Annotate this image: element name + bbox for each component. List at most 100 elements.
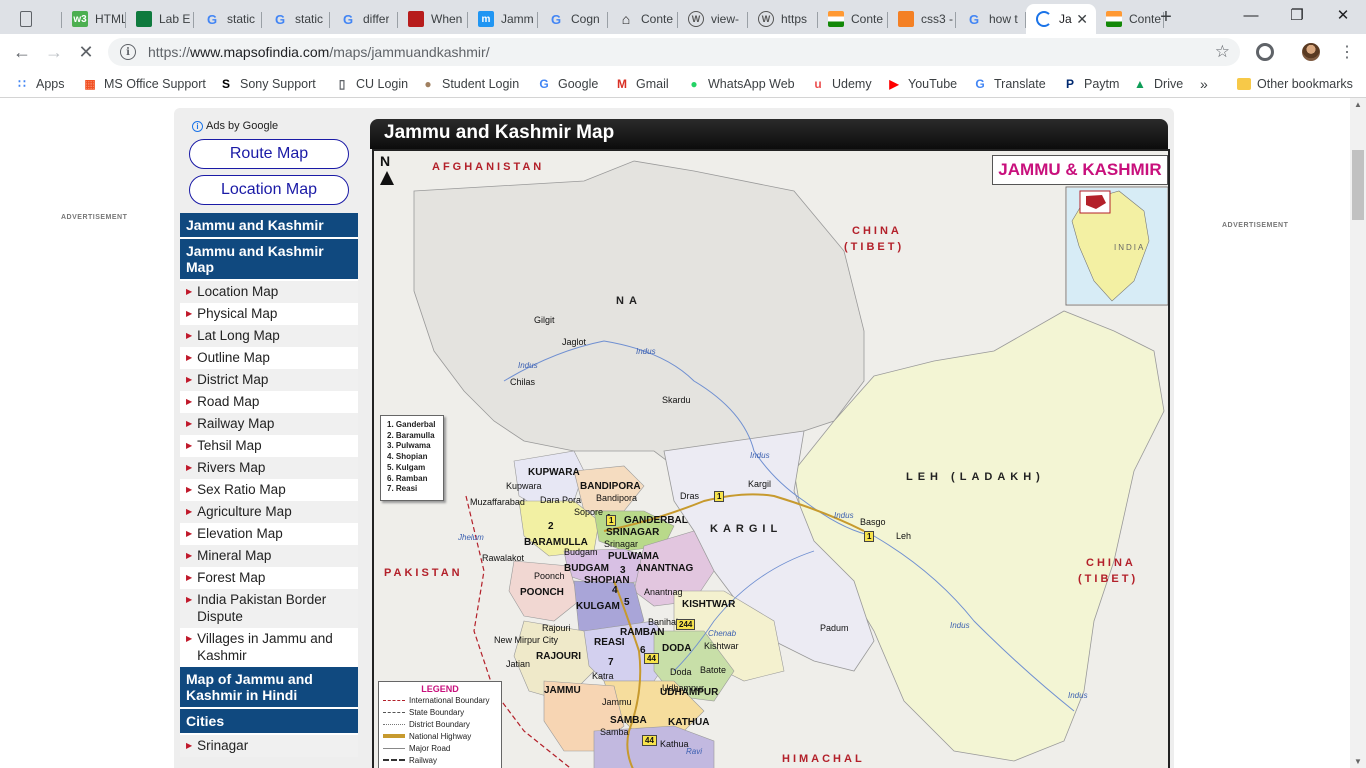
sidebar-section-title[interactable]: Jammu and Kashmir Map — [180, 239, 358, 281]
site-info-icon[interactable]: i — [120, 44, 136, 60]
browser-toolbar: ← → ✕ i https://www.mapsofindia.com/maps… — [0, 34, 1366, 70]
tab-close-icon[interactable]: ✕ — [1076, 11, 1088, 28]
route-map-ad-button[interactable]: Route Map — [189, 139, 349, 169]
google-icon: G — [550, 11, 562, 27]
sidebar-link[interactable]: ▶ Tehsil Map — [180, 435, 358, 457]
bookmark-student-login[interactable]: ● Student Login — [420, 75, 519, 93]
scroll-thumb[interactable] — [1352, 150, 1364, 220]
tab-8[interactable]: G Cogn — [538, 4, 608, 34]
bookmark-gmail[interactable]: M Gmail — [614, 75, 669, 93]
stop-loading-button[interactable]: ✕ — [73, 39, 99, 65]
tab-15[interactable]: Ja ✕ — [1026, 4, 1096, 34]
sidebar-link[interactable]: ▶ Physical Map — [180, 303, 358, 325]
town-label: Srinagar — [604, 539, 639, 549]
arrow-right-icon: ▶ — [186, 551, 193, 560]
tab-7[interactable]: m Jamm — [468, 4, 538, 34]
menu-icon[interactable]: ⋮ — [1334, 39, 1360, 65]
sidebar-section-title[interactable]: Jammu and Kashmir — [180, 213, 358, 239]
tab-14[interactable]: Ghow t — [956, 4, 1026, 34]
river-label: Indus — [950, 621, 970, 630]
sidebar-link[interactable]: ▶ Outline Map — [180, 347, 358, 369]
paytm-icon: P — [1065, 77, 1074, 91]
sidebar-section-title[interactable]: Cities — [180, 709, 358, 735]
extension-icon[interactable] — [1256, 43, 1274, 61]
town-label: Rajouri — [542, 623, 571, 633]
district-label: BANDIPORA — [580, 481, 641, 492]
minimize-button[interactable]: — — [1228, 0, 1274, 30]
arrow-right-icon: ▶ — [186, 397, 193, 406]
tab-11[interactable]: Whttps — [748, 4, 818, 34]
district-key-item: 7. Reasi — [387, 484, 418, 494]
sidebar-link[interactable]: ▶ Rivers Map — [180, 457, 358, 479]
other-bookmarks[interactable]: Other bookmarks — [1237, 75, 1353, 93]
sidebar-link[interactable]: ▶ Villages in Jammu and Kashmir — [180, 628, 358, 667]
bookmark-paytm[interactable]: P Paytm — [1062, 75, 1119, 93]
bookmark-udemy[interactable]: u Udemy — [810, 75, 871, 93]
sidebar-link[interactable]: ▶ Lat Long Map — [180, 325, 358, 347]
bookmark-whatsapp-web[interactable]: ● WhatsApp Web — [686, 75, 794, 93]
tab-4[interactable]: Gstatic — [262, 4, 330, 34]
arrow-right-icon: ▶ — [186, 419, 193, 428]
close-window-button[interactable]: ✕ — [1320, 0, 1366, 30]
tab-title: static — [227, 12, 256, 26]
legend-item: International Boundary — [383, 694, 497, 706]
bookmark-translate[interactable]: G Translate — [972, 75, 1045, 93]
tab-2[interactable]: Lab E — [126, 4, 194, 34]
page-scrollbar[interactable]: ▲ ▼ — [1350, 98, 1366, 768]
profile-avatar[interactable] — [1302, 43, 1320, 61]
sidebar-link[interactable]: ▶ Location Map — [180, 281, 358, 303]
tab-6[interactable]: When — [398, 4, 468, 34]
sidebar-city-link[interactable]: ▶ Srinagar — [180, 735, 358, 757]
jk-map[interactable]: JAMMU & KASHMIR INDIA N AFGHANISTAN CHINA… — [372, 149, 1170, 768]
scroll-up-icon[interactable]: ▲ — [1354, 100, 1362, 109]
bookmark-sony-support[interactable]: S Sony Support — [218, 75, 316, 93]
tab-3[interactable]: Gstatic — [194, 4, 262, 34]
town-label: Jatian — [506, 659, 531, 669]
sidebar-link-label: Forest Map — [197, 570, 266, 585]
new-tab-button[interactable]: + — [1154, 5, 1178, 29]
sidebar-link-label: Physical Map — [197, 306, 278, 321]
north-arrow-icon — [380, 171, 394, 185]
address-bar[interactable]: i https://www.mapsofindia.com/maps/jammu… — [108, 38, 1240, 66]
sidebar-link[interactable]: ▶ Sex Ratio Map — [180, 479, 358, 501]
bookmark-ms-office-support[interactable]: ▦ MS Office Support — [82, 75, 206, 93]
sidebar-link[interactable]: ▶ Mineral Map — [180, 545, 358, 567]
restore-button[interactable]: ❐ — [1274, 0, 1320, 30]
forward-button[interactable]: → — [41, 39, 67, 65]
town-label: Basgo — [860, 517, 886, 527]
sidebar-link[interactable]: ▶ District Map — [180, 369, 358, 391]
legend-item-label: District Boundary — [409, 719, 470, 729]
ads-by-google[interactable]: i Ads by Google — [192, 120, 278, 132]
tab-0[interactable] — [10, 4, 62, 34]
bookmark-drive[interactable]: ▲ Drive — [1132, 75, 1183, 93]
sidebar-link[interactable]: ▶ Forest Map — [180, 567, 358, 589]
location-map-ad-button[interactable]: Location Map — [189, 175, 349, 205]
sidebar-link[interactable]: ▶ India Pakistan Border Dispute — [180, 589, 358, 628]
bookmark-google[interactable]: G Google — [536, 75, 598, 93]
sidebar-link[interactable]: ▶ Elevation Map — [180, 523, 358, 545]
whatsapp-icon: ● — [690, 77, 698, 91]
town-label: Skardu — [662, 395, 691, 405]
bookmark-youtube[interactable]: ▶ YouTube — [886, 75, 957, 93]
tab-10[interactable]: Wview- — [678, 4, 748, 34]
tab-9[interactable]: ⌂ Conte — [608, 4, 678, 34]
wordpress-icon: W — [688, 11, 704, 27]
sidebar-link[interactable]: ▶ Agriculture Map — [180, 501, 358, 523]
back-button[interactable]: ← — [9, 39, 35, 65]
bookmark-apps[interactable]: ∷ Apps — [14, 75, 64, 93]
district-label: KUPWARA — [528, 467, 580, 478]
ads-by-label: Ads by Google — [206, 120, 279, 132]
udemy-icon: u — [814, 77, 822, 91]
scroll-down-icon[interactable]: ▼ — [1354, 757, 1362, 766]
sidebar-link[interactable]: ▶ Road Map — [180, 391, 358, 413]
tab-5[interactable]: Gdiffer — [330, 4, 398, 34]
bookmarks-overflow-button[interactable]: » — [1200, 75, 1208, 93]
town-label: Samba — [600, 727, 629, 737]
tab-12[interactable]: Conte — [818, 4, 888, 34]
tab-13[interactable]: css3 - — [888, 4, 956, 34]
bookmark-cu-login[interactable]: ▯ CU Login — [334, 75, 408, 93]
bookmark-star-icon[interactable]: ☆ — [1215, 42, 1230, 62]
sidebar-section-title[interactable]: Map of Jammu and Kashmir in Hindi — [180, 667, 358, 709]
sidebar-link[interactable]: ▶ Railway Map — [180, 413, 358, 435]
tab-1[interactable]: w3 HTML — [62, 4, 126, 34]
